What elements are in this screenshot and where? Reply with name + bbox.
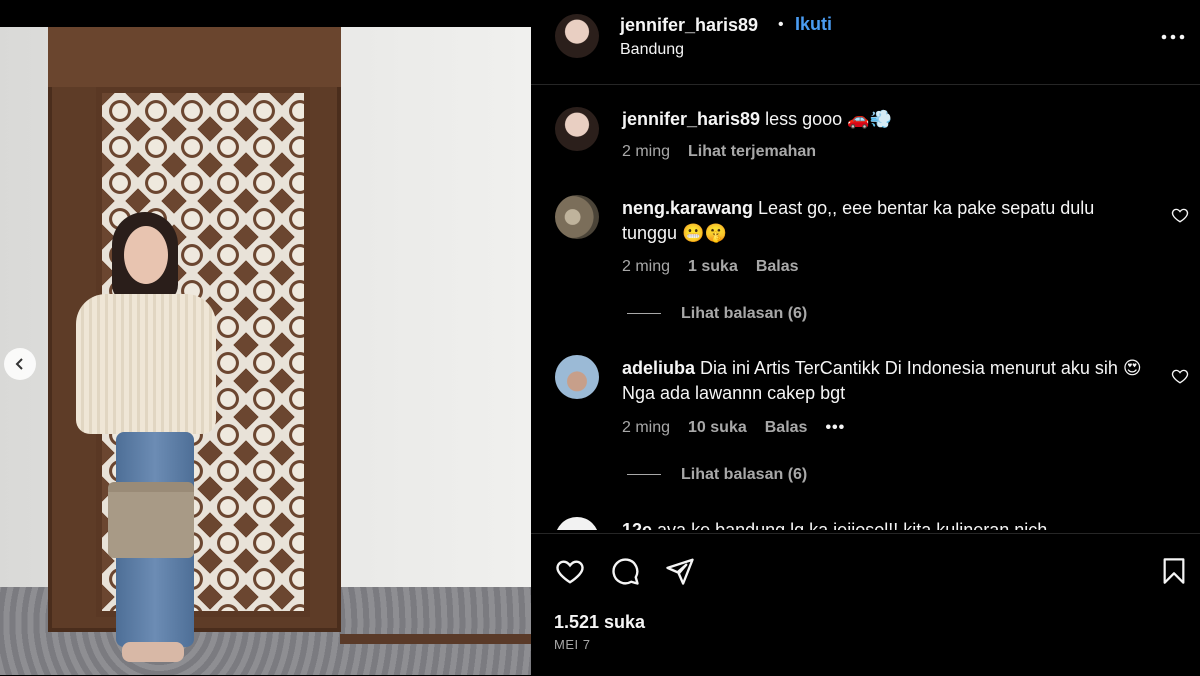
reply-button[interactable]: Balas [765,419,808,436]
more-options-icon [1161,34,1185,40]
heart-icon [1171,369,1189,384]
comment-button[interactable] [609,556,641,589]
translate-link[interactable]: Lihat terjemahan [688,143,816,160]
person-feet [122,642,184,662]
comment-avatar[interactable] [555,195,599,239]
comment-meta: 2 ming 10 suka Balas ••• [622,419,863,437]
post-image [0,0,531,675]
comment-avatar[interactable] [555,517,599,530]
post-sidebar: jennifer_haris89 • Ikuti Bandung jennife… [531,0,1200,675]
comment-username[interactable]: adeliuba [622,358,695,378]
view-replies-button[interactable]: Lihat balasan (6) [627,466,807,484]
view-replies-label: Lihat balasan (6) [681,305,808,322]
comment-username[interactable]: 12e [622,520,652,530]
comment-body: Dia ini Artis TerCantikk Di Indonesia me… [622,358,1142,403]
person-blouse [76,294,216,434]
comment-username[interactable]: jennifer_haris89 [622,109,760,129]
post-photo [0,27,531,675]
comment-text: neng.karawang Least go,, eee bentar ka p… [622,196,1142,246]
comment-avatar[interactable] [555,107,599,151]
comment-icon [612,558,639,585]
chevron-left-icon [15,358,23,370]
bookmark-icon [1163,558,1185,584]
replies-divider-line [627,313,661,315]
comment-text: 12e ava ke bandung lg ka iejiosol!! kita… [622,518,1142,530]
more-options-button[interactable] [1160,30,1186,44]
comment-more-button[interactable]: ••• [825,419,845,436]
share-button[interactable] [664,556,696,589]
post-actions: 1.521 suka MEI 7 [531,533,1200,676]
comment-body: less gooo 🚗💨 [760,109,892,129]
post-location[interactable]: Bandung [620,41,684,59]
photo-baseboard [340,634,531,644]
photo-door-header [48,27,341,87]
author-avatar[interactable] [555,14,599,58]
replies-divider-line [627,474,661,476]
comments-list: jennifer_haris89 less gooo 🚗💨 2 ming Liha… [531,85,1200,530]
comment-likes[interactable]: 1 suka [688,258,738,275]
view-replies-button[interactable]: Lihat balasan (6) [627,305,807,323]
save-button[interactable] [1160,556,1188,589]
heart-icon [1171,208,1189,223]
photo-person [70,212,230,672]
comment-username[interactable]: neng.karawang [622,198,753,218]
reply-button[interactable]: Balas [756,258,799,275]
post-header: jennifer_haris89 • Ikuti Bandung [531,0,1200,85]
person-handbag [108,482,194,558]
comment-time[interactable]: 2 ming [622,258,670,275]
header-separator: • [778,16,784,33]
person-face [124,226,168,284]
caption-text: jennifer_haris89 less gooo 🚗💨 [622,107,1142,132]
heart-icon [556,560,584,584]
previous-image-button[interactable] [4,348,36,380]
comment-meta: 2 ming Lihat terjemahan [622,143,834,161]
share-icon [666,558,694,585]
comment-like-button[interactable] [1170,206,1190,226]
comment-time[interactable]: 2 ming [622,419,670,436]
comment-text: adeliuba Dia ini Artis TerCantikk Di Ind… [622,356,1142,406]
likes-count[interactable]: 1.521 suka [554,612,645,633]
like-button[interactable] [554,556,586,589]
comment-likes[interactable]: 10 suka [688,419,747,436]
comment-body: ava ke bandung lg ka iejiosol!! kita kul… [652,520,1048,530]
comment-avatar[interactable] [555,355,599,399]
view-replies-label: Lihat balasan (6) [681,466,808,483]
follow-button[interactable]: Ikuti [795,14,832,35]
comment-like-button[interactable] [1170,367,1190,387]
comment-meta: 2 ming 1 suka Balas [622,258,817,276]
comment-time[interactable]: 2 ming [622,143,670,160]
post-date: MEI 7 [554,637,591,652]
author-username[interactable]: jennifer_haris89 [620,15,758,36]
